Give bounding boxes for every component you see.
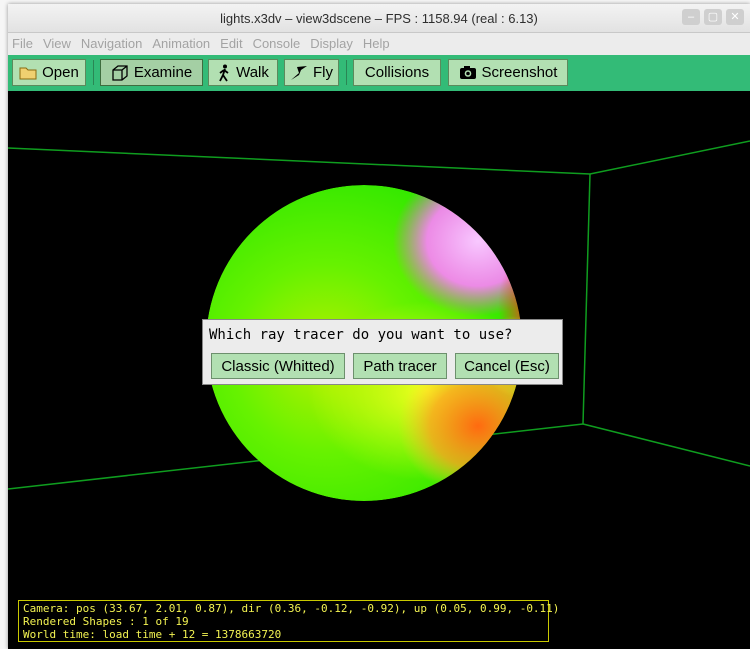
fly-label: Fly	[313, 64, 333, 81]
classic-whitted-button[interactable]: Classic (Whitted)	[211, 353, 345, 379]
minimize-button[interactable]: –	[682, 9, 700, 25]
world-time-status: World time: load time + 12 = 1378663720	[23, 628, 282, 641]
walk-label: Walk	[236, 64, 269, 81]
folder-icon	[19, 67, 37, 79]
dialog-message: Which ray tracer do you want to use?	[209, 327, 513, 343]
toolbar-separator	[93, 60, 94, 85]
title-bar[interactable]: lights.x3dv – view3dscene – FPS : 1158.9…	[8, 4, 750, 33]
bird-icon	[291, 65, 307, 80]
menu-navigation[interactable]: Navigation	[77, 33, 148, 55]
menu-bar: File View Navigation Animation Edit Cons…	[8, 33, 750, 55]
screenshot-label: Screenshot	[481, 64, 558, 81]
menu-help[interactable]: Help	[359, 33, 396, 55]
status-overlay: Camera: pos (33.67, 2.01, 0.87), dir (0.…	[18, 600, 560, 642]
collisions-label: Collisions	[364, 64, 430, 81]
camera-status: Camera: pos (33.67, 2.01, 0.87), dir (0.…	[23, 602, 560, 615]
menu-edit[interactable]: Edit	[216, 33, 248, 55]
maximize-button[interactable]: ▢	[704, 9, 722, 25]
cancel-button[interactable]: Cancel (Esc)	[455, 353, 559, 379]
menu-console[interactable]: Console	[249, 33, 307, 55]
walking-person-icon	[219, 64, 229, 81]
ray-tracer-dialog: Which ray tracer do you want to use? Cla…	[202, 319, 563, 385]
menu-file[interactable]: File	[8, 33, 39, 55]
close-button[interactable]: ✕	[726, 9, 744, 25]
open-label: Open	[42, 64, 79, 81]
screenshot-button[interactable]: Screenshot	[448, 59, 568, 86]
rendered-shapes-status: Rendered Shapes : 1 of 19	[23, 615, 189, 628]
menu-display[interactable]: Display	[306, 33, 359, 55]
fly-button[interactable]: Fly	[284, 59, 339, 86]
cube-icon	[112, 64, 128, 81]
examine-label: Examine	[133, 64, 193, 81]
toolbar-separator	[346, 60, 347, 85]
path-tracer-button[interactable]: Path tracer	[353, 353, 447, 379]
window-title: lights.x3dv – view3dscene – FPS : 1158.9…	[220, 11, 538, 26]
examine-button[interactable]: Examine	[100, 59, 203, 86]
walk-button[interactable]: Walk	[208, 59, 278, 86]
menu-view[interactable]: View	[39, 33, 77, 55]
open-button[interactable]: Open	[12, 59, 86, 86]
window-controls: – ▢ ✕	[682, 9, 744, 25]
view3dscene-window: lights.x3dv – view3dscene – FPS : 1158.9…	[8, 4, 750, 649]
menu-animation[interactable]: Animation	[148, 33, 216, 55]
collisions-button[interactable]: Collisions	[353, 59, 441, 86]
toolbar: Open Examine Walk Fly Collisions Screens…	[8, 55, 750, 91]
camera-icon	[459, 66, 476, 79]
